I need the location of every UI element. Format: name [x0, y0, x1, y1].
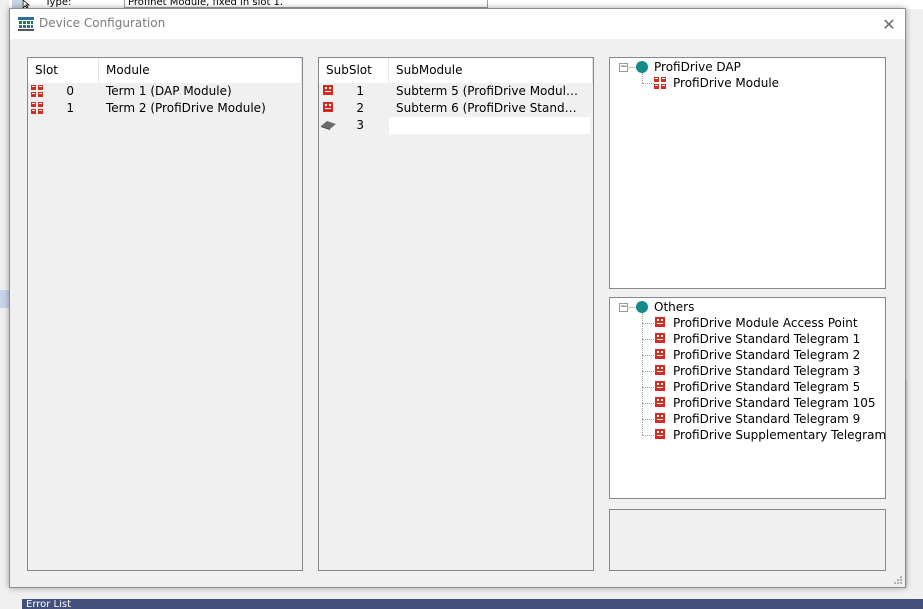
- submodule-name: [389, 117, 590, 134]
- background-type-value: Profinet Module, fixed in slot 1.: [124, 0, 488, 8]
- dialog-titlebar[interactable]: Device Configuration ✕: [10, 9, 905, 39]
- subslot-row-1[interactable]: 1 Subterm 5 (ProfiDrive Module Access Po…: [319, 83, 591, 100]
- device-configuration-dialog: Device Configuration ✕ Slot Module 0 Ter…: [9, 8, 906, 588]
- tree-node-others-item[interactable]: ProfiDrive Standard Telegram 5: [673, 379, 860, 395]
- submodule-icon: [655, 429, 665, 439]
- close-button[interactable]: ✕: [876, 12, 902, 36]
- others-tree-panel[interactable]: − Others ProfiDrive Module Access Point P…: [609, 297, 886, 499]
- module-icon: [654, 77, 666, 89]
- dap-tree-panel[interactable]: − ProfiDrive DAP ProfiDrive Module: [609, 57, 886, 289]
- background-error-list-bar[interactable]: [22, 599, 923, 609]
- column-header-slot[interactable]: Slot: [28, 58, 99, 83]
- slot-row-1[interactable]: 1 Term 2 (ProfiDrive Module): [28, 100, 300, 117]
- module-name: Term 1 (DAP Module): [106, 84, 232, 98]
- submodule-name: Subterm 6 (ProfiDrive Standard Telegram …: [396, 101, 583, 115]
- tree-node-profidrive-module[interactable]: ProfiDrive Module: [673, 75, 779, 91]
- background-type-label: Type:: [45, 0, 72, 8]
- column-header-module[interactable]: Module: [99, 58, 302, 83]
- submodule-icon: [655, 317, 665, 327]
- subslot-grid-header: SubSlot SubModule: [319, 58, 593, 83]
- submodule-icon: [323, 85, 333, 95]
- dialog-title: Device Configuration: [39, 16, 166, 30]
- subslot-row-3[interactable]: 3: [319, 117, 591, 134]
- tree-node-others[interactable]: Others: [654, 299, 694, 315]
- tree-node-others-item[interactable]: ProfiDrive Standard Telegram 105: [673, 395, 876, 411]
- column-header-submodule[interactable]: SubModule: [389, 58, 593, 83]
- close-icon: ✕: [882, 14, 896, 34]
- slot-row-0[interactable]: 0 Term 1 (DAP Module): [28, 83, 300, 100]
- tree-node-others-item[interactable]: ProfiDrive Module Access Point: [673, 315, 858, 331]
- submodule-icon: [655, 413, 665, 423]
- background-error-list-label: Error List: [26, 600, 72, 609]
- device-dot-icon: [636, 61, 648, 73]
- background-right-panel: [906, 380, 923, 600]
- tree-node-others-item[interactable]: ProfiDrive Supplementary Telegram: [673, 427, 886, 443]
- subslot-row-2[interactable]: 2 Subterm 6 (ProfiDrive Standard Telegra…: [319, 100, 591, 117]
- slot-grid-header: Slot Module: [28, 58, 302, 83]
- submodule-icon: [323, 102, 333, 112]
- submodule-name: Subterm 5 (ProfiDrive Module Access Poin…: [396, 84, 583, 98]
- empty-slot-icon: [321, 121, 336, 130]
- description-panel: [609, 509, 886, 571]
- submodule-icon: [655, 349, 665, 359]
- mouse-cursor-icon: [22, 0, 31, 8]
- tree-node-others-item[interactable]: ProfiDrive Standard Telegram 1: [673, 331, 860, 347]
- resize-grip-icon[interactable]: [893, 575, 903, 585]
- module-icon: [31, 85, 43, 97]
- subslot-grid-panel[interactable]: SubSlot SubModule 1 Subterm 5 (ProfiDriv…: [318, 57, 594, 571]
- slot-grid-panel[interactable]: Slot Module 0 Term 1 (DAP Module) 1 Term…: [27, 57, 303, 571]
- subslot-number: 3: [356, 118, 364, 132]
- device-configuration-icon: [18, 17, 34, 31]
- tree-node-profidrive-dap[interactable]: ProfiDrive DAP: [654, 59, 741, 75]
- subslot-number: 2: [356, 101, 364, 115]
- submodule-icon: [655, 397, 665, 407]
- tree-node-others-item[interactable]: ProfiDrive Standard Telegram 2: [673, 347, 860, 363]
- submodule-icon: [655, 365, 665, 375]
- column-header-subslot[interactable]: SubSlot: [319, 58, 389, 83]
- tree-node-others-item[interactable]: ProfiDrive Standard Telegram 9: [673, 411, 860, 427]
- device-dot-icon: [636, 301, 648, 313]
- submodule-icon: [655, 333, 665, 343]
- slot-number: 0: [66, 84, 74, 98]
- tree-node-others-item[interactable]: ProfiDrive Standard Telegram 3: [673, 363, 860, 379]
- module-icon: [31, 102, 43, 114]
- background-side-mark: [0, 290, 9, 308]
- submodule-icon: [655, 381, 665, 391]
- collapse-toggle-others[interactable]: −: [619, 303, 628, 312]
- slot-number: 1: [66, 101, 74, 115]
- module-name: Term 2 (ProfiDrive Module): [106, 101, 266, 115]
- collapse-toggle-dap[interactable]: −: [619, 63, 628, 72]
- subslot-number: 1: [356, 84, 364, 98]
